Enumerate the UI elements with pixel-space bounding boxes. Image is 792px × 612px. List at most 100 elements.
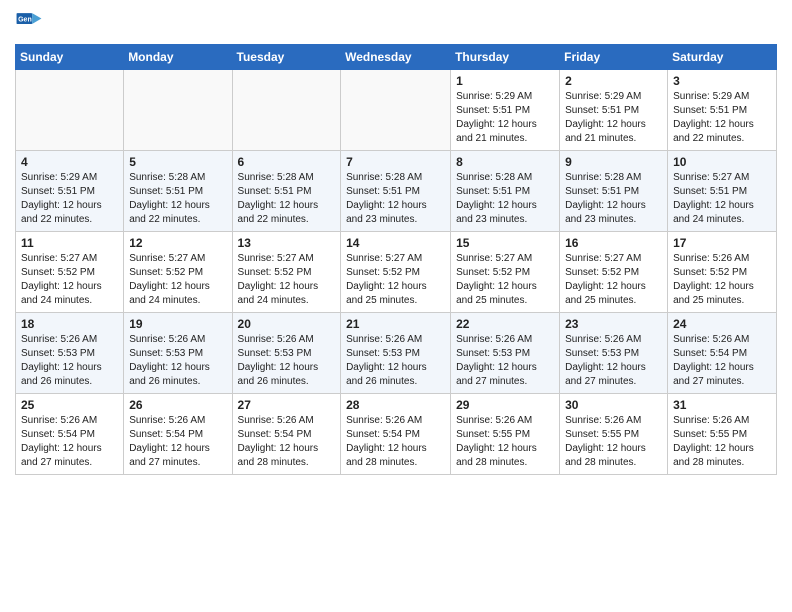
day-cell: 12 Sunrise: 5:27 AM Sunset: 5:52 PM Dayli…: [124, 232, 232, 313]
day-info: Sunrise: 5:26 AM Sunset: 5:55 PM Dayligh…: [565, 414, 662, 470]
day-info: Sunrise: 5:29 AM Sunset: 5:51 PM Dayligh…: [456, 90, 554, 146]
day-info: Sunrise: 5:27 AM Sunset: 5:52 PM Dayligh…: [346, 252, 445, 308]
day-cell: 16 Sunrise: 5:27 AM Sunset: 5:52 PM Dayli…: [560, 232, 668, 313]
day-number: 31: [673, 398, 771, 412]
day-info: Sunrise: 5:26 AM Sunset: 5:53 PM Dayligh…: [456, 333, 554, 389]
day-cell: 29 Sunrise: 5:26 AM Sunset: 5:55 PM Dayli…: [451, 394, 560, 475]
day-number: 23: [565, 317, 662, 331]
day-cell: [232, 70, 341, 151]
day-info: Sunrise: 5:27 AM Sunset: 5:52 PM Dayligh…: [565, 252, 662, 308]
header-row: SundayMondayTuesdayWednesdayThursdayFrid…: [16, 45, 777, 70]
day-info: Sunrise: 5:29 AM Sunset: 5:51 PM Dayligh…: [673, 90, 771, 146]
day-info: Sunrise: 5:28 AM Sunset: 5:51 PM Dayligh…: [565, 171, 662, 227]
day-cell: 25Sunrise: 5:26 AM Sunset: 5:54 PM Dayli…: [16, 394, 124, 475]
day-cell: 22 Sunrise: 5:26 AM Sunset: 5:53 PM Dayli…: [451, 313, 560, 394]
day-cell: 10 Sunrise: 5:27 AM Sunset: 5:51 PM Dayli…: [668, 151, 777, 232]
calendar-header: SundayMondayTuesdayWednesdayThursdayFrid…: [16, 45, 777, 70]
day-number: 13: [238, 236, 336, 250]
day-info: Sunrise: 5:26 AM Sunset: 5:53 PM Dayligh…: [346, 333, 445, 389]
day-info: Sunrise: 5:28 AM Sunset: 5:51 PM Dayligh…: [129, 171, 226, 227]
logo-icon: Gen: [15, 10, 43, 38]
day-cell: 2 Sunrise: 5:29 AM Sunset: 5:51 PM Daylig…: [560, 70, 668, 151]
day-number: 24: [673, 317, 771, 331]
day-info: Sunrise: 5:28 AM Sunset: 5:51 PM Dayligh…: [238, 171, 336, 227]
day-info: Sunrise: 5:27 AM Sunset: 5:52 PM Dayligh…: [456, 252, 554, 308]
day-cell: 20Sunrise: 5:26 AM Sunset: 5:53 PM Dayli…: [232, 313, 341, 394]
day-cell: 31 Sunrise: 5:26 AM Sunset: 5:55 PM Dayli…: [668, 394, 777, 475]
day-cell: [341, 70, 451, 151]
day-number: 11: [21, 236, 118, 250]
day-cell: 28 Sunrise: 5:26 AM Sunset: 5:54 PM Dayli…: [341, 394, 451, 475]
day-number: 1: [456, 74, 554, 88]
day-cell: 27 Sunrise: 5:26 AM Sunset: 5:54 PM Dayli…: [232, 394, 341, 475]
day-cell: 18Sunrise: 5:26 AM Sunset: 5:53 PM Dayli…: [16, 313, 124, 394]
day-number: 28: [346, 398, 445, 412]
day-number: 29: [456, 398, 554, 412]
week-row-4: 18 Sunrise: 5:26 AM Sunset: 5:53 PM Dayli…: [16, 313, 777, 394]
day-info: Sunrise: 5:26 AM Sunset: 5:54 PM Dayligh…: [238, 414, 336, 470]
header-cell-tuesday: Tuesday: [232, 45, 341, 70]
day-info: Sunrise: 5:26 AM Sunset: 5:55 PM Dayligh…: [456, 414, 554, 470]
day-cell: 7 Sunrise: 5:28 AM Sunset: 5:51 PM Daylig…: [341, 151, 451, 232]
day-info: Sunrise: 5:26 AM Sunset: 5:54 PM Dayligh…: [129, 414, 226, 470]
day-cell: [124, 70, 232, 151]
header-cell-monday: Monday: [124, 45, 232, 70]
day-cell: 26 Sunrise: 5:26 AM Sunset: 5:54 PM Dayli…: [124, 394, 232, 475]
day-cell: 24 Sunrise: 5:26 AM Sunset: 5:54 PM Dayli…: [668, 313, 777, 394]
day-number: 12: [129, 236, 226, 250]
day-info: Sunrise: 5:27 AM Sunset: 5:52 PM Dayligh…: [238, 252, 336, 308]
day-cell: 1 Sunrise: 5:29 AM Sunset: 5:51 PM Daylig…: [451, 70, 560, 151]
day-cell: 15 Sunrise: 5:27 AM Sunset: 5:52 PM Dayli…: [451, 232, 560, 313]
day-info: Sunrise: 5:29 AM Sunset: 5:51 PM Dayligh…: [565, 90, 662, 146]
day-number: 2: [565, 74, 662, 88]
day-number: 15: [456, 236, 554, 250]
day-number: 9: [565, 155, 662, 169]
day-number: 18: [21, 317, 118, 331]
day-info: Sunrise: 5:26 AM Sunset: 5:54 PM Dayligh…: [346, 414, 445, 470]
day-cell: 13 Sunrise: 5:27 AM Sunset: 5:52 PM Dayli…: [232, 232, 341, 313]
header: Gen: [15, 10, 777, 38]
week-row-1: 1 Sunrise: 5:29 AM Sunset: 5:51 PM Daylig…: [16, 70, 777, 151]
day-number: 10: [673, 155, 771, 169]
header-cell-sunday: Sunday: [16, 45, 124, 70]
day-info: Sunrise: 5:26 AM Sunset: 5:54 PM Dayligh…: [673, 333, 771, 389]
day-number: 22: [456, 317, 554, 331]
day-cell: 14Sunrise: 5:27 AM Sunset: 5:52 PM Dayli…: [341, 232, 451, 313]
day-info: Sunrise: 5:29 AM Sunset: 5:51 PM Dayligh…: [21, 171, 118, 227]
page-container: Gen SundayMondayTuesdayWednesdayThursday…: [0, 0, 792, 485]
week-row-3: 11 Sunrise: 5:27 AM Sunset: 5:52 PM Dayli…: [16, 232, 777, 313]
day-number: 27: [238, 398, 336, 412]
day-info: Sunrise: 5:28 AM Sunset: 5:51 PM Dayligh…: [456, 171, 554, 227]
day-cell: 9 Sunrise: 5:28 AM Sunset: 5:51 PM Daylig…: [560, 151, 668, 232]
day-number: 21: [346, 317, 445, 331]
day-info: Sunrise: 5:27 AM Sunset: 5:51 PM Dayligh…: [673, 171, 771, 227]
day-info: Sunrise: 5:26 AM Sunset: 5:55 PM Dayligh…: [673, 414, 771, 470]
header-cell-thursday: Thursday: [451, 45, 560, 70]
day-cell: [16, 70, 124, 151]
day-info: Sunrise: 5:26 AM Sunset: 5:52 PM Dayligh…: [673, 252, 771, 308]
day-cell: 23Sunrise: 5:26 AM Sunset: 5:53 PM Dayli…: [560, 313, 668, 394]
day-cell: 5Sunrise: 5:28 AM Sunset: 5:51 PM Daylig…: [124, 151, 232, 232]
day-info: Sunrise: 5:26 AM Sunset: 5:53 PM Dayligh…: [129, 333, 226, 389]
header-cell-saturday: Saturday: [668, 45, 777, 70]
day-number: 7: [346, 155, 445, 169]
week-row-5: 25Sunrise: 5:26 AM Sunset: 5:54 PM Dayli…: [16, 394, 777, 475]
day-cell: 19 Sunrise: 5:26 AM Sunset: 5:53 PM Dayli…: [124, 313, 232, 394]
day-info: Sunrise: 5:28 AM Sunset: 5:51 PM Dayligh…: [346, 171, 445, 227]
day-cell: 8 Sunrise: 5:28 AM Sunset: 5:51 PM Daylig…: [451, 151, 560, 232]
day-cell: 11 Sunrise: 5:27 AM Sunset: 5:52 PM Dayli…: [16, 232, 124, 313]
calendar-table: SundayMondayTuesdayWednesdayThursdayFrid…: [15, 44, 777, 475]
day-cell: 30Sunrise: 5:26 AM Sunset: 5:55 PM Dayli…: [560, 394, 668, 475]
day-number: 26: [129, 398, 226, 412]
day-number: 16: [565, 236, 662, 250]
day-info: Sunrise: 5:27 AM Sunset: 5:52 PM Dayligh…: [129, 252, 226, 308]
day-cell: 3Sunrise: 5:29 AM Sunset: 5:51 PM Daylig…: [668, 70, 777, 151]
day-cell: 17Sunrise: 5:26 AM Sunset: 5:52 PM Dayli…: [668, 232, 777, 313]
day-number: 20: [238, 317, 336, 331]
day-number: 19: [129, 317, 226, 331]
header-cell-friday: Friday: [560, 45, 668, 70]
day-cell: 4Sunrise: 5:29 AM Sunset: 5:51 PM Daylig…: [16, 151, 124, 232]
day-info: Sunrise: 5:27 AM Sunset: 5:52 PM Dayligh…: [21, 252, 118, 308]
header-cell-wednesday: Wednesday: [341, 45, 451, 70]
day-number: 8: [456, 155, 554, 169]
